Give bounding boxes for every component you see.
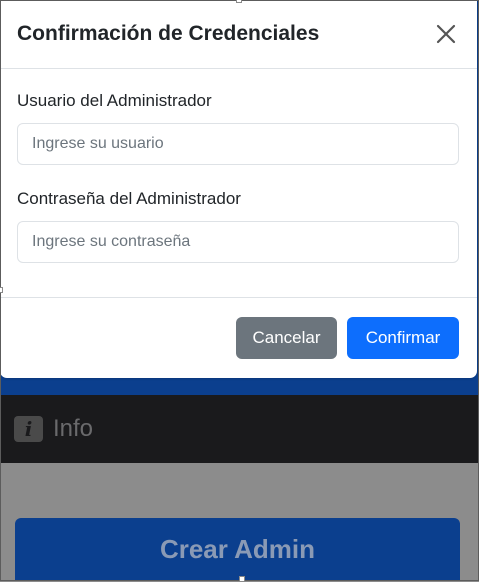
modal-footer: Cancelar Confirmar [0, 298, 477, 378]
close-icon [436, 24, 456, 44]
password-label: Contraseña del Administrador [17, 189, 241, 208]
credentials-modal: Confirmación de Credenciales Usuario del… [0, 0, 477, 378]
close-button[interactable] [431, 19, 461, 49]
modal-title: Confirmación de Credenciales [17, 22, 320, 45]
info-icon: i [14, 416, 43, 442]
info-bar: i Info [0, 395, 479, 463]
username-input[interactable] [17, 123, 459, 165]
create-admin-button: Crear Admin [15, 518, 460, 581]
modal-header: Confirmación de Credenciales [0, 0, 477, 69]
confirm-button[interactable]: Confirmar [347, 317, 459, 359]
resize-handle-left [0, 287, 3, 293]
modal-body: Usuario del Administrador Contraseña del… [0, 69, 477, 298]
cancel-button[interactable]: Cancelar [236, 317, 337, 359]
resize-handle-bottom [239, 576, 245, 582]
info-label: Info [53, 415, 94, 442]
resize-handle-top [236, 0, 242, 3]
password-input[interactable] [17, 221, 459, 263]
username-label: Usuario del Administrador [17, 91, 212, 110]
